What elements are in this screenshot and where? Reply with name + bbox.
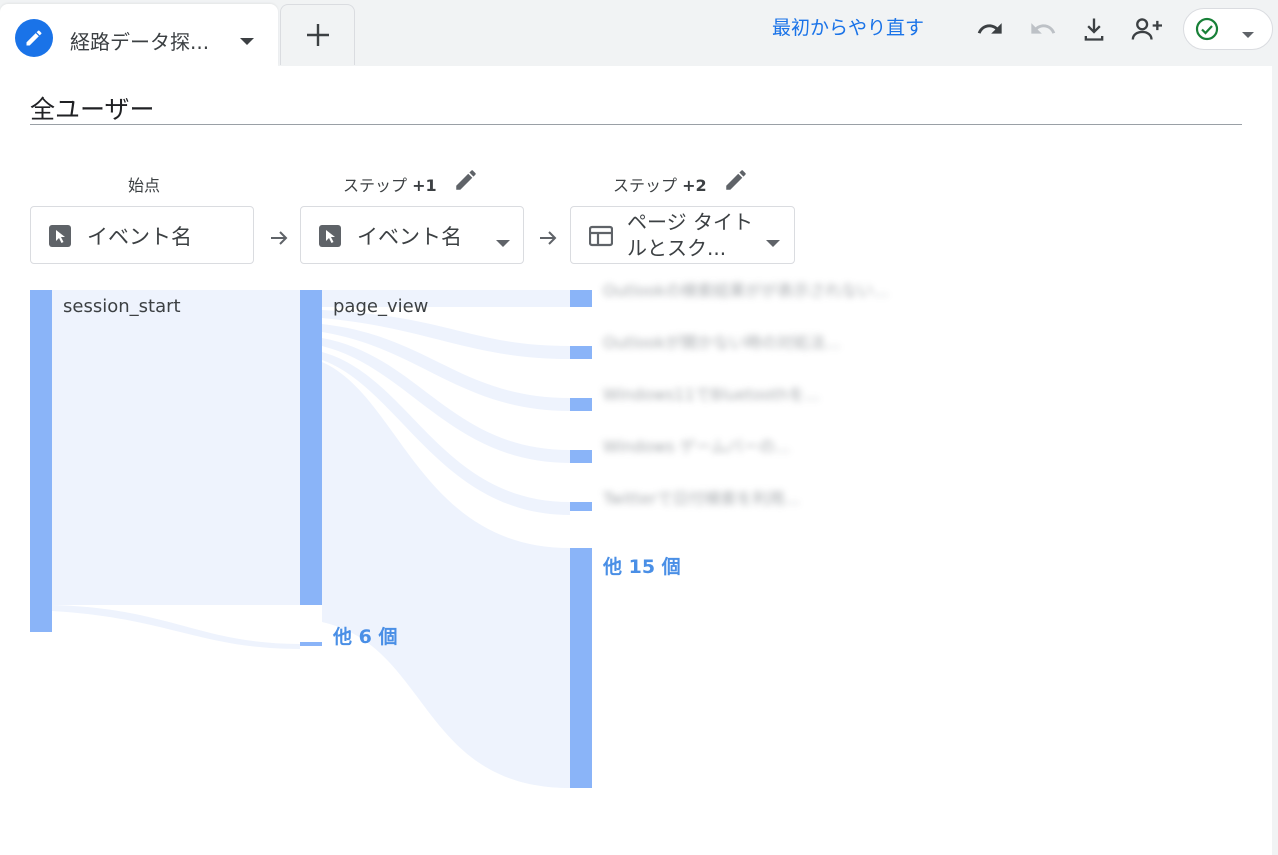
plus-icon <box>306 24 329 46</box>
chevron-down-icon <box>765 233 781 252</box>
edit-step-2-icon[interactable] <box>723 167 749 193</box>
flow-band <box>322 362 570 788</box>
node-bar-step2-item[interactable] <box>570 290 592 307</box>
step2-item-label[interactable]: Outlookの検索結果がが表示されない... <box>603 277 889 301</box>
status-menu[interactable] <box>1183 8 1273 50</box>
step2-item-label[interactable]: Windows11でBluetoothを... <box>603 381 820 405</box>
check-circle-icon <box>1195 17 1219 45</box>
node-label-other-15[interactable]: 他 15 個 <box>603 552 681 579</box>
add-tab-button[interactable] <box>280 4 355 65</box>
node-bar-other-6[interactable] <box>300 642 322 646</box>
step-label-start: 始点 <box>128 176 161 195</box>
download-icon[interactable] <box>1079 14 1109 44</box>
share-user-icon[interactable] <box>1130 14 1166 44</box>
segment-underline <box>30 124 1242 125</box>
dimension-text: イベント名 <box>357 225 462 249</box>
node-label-other-6[interactable]: 他 6 個 <box>333 622 397 649</box>
exploration-canvas: 全ユーザー 始点 ステップ +1 ステップ +2 イベント名 イベント名 ページ… <box>0 66 1272 855</box>
dimension-select-step2[interactable]: ページ タイトルとスク... <box>570 206 795 264</box>
node-bar-step2-item[interactable] <box>570 346 592 359</box>
node-bar-step2-item[interactable] <box>570 450 592 463</box>
chevron-down-icon[interactable] <box>238 32 256 51</box>
node-label-page-view[interactable]: page_view <box>333 296 428 317</box>
page-window-icon <box>588 225 614 251</box>
cursor-event-icon <box>319 225 341 251</box>
undo-icon[interactable] <box>975 14 1005 44</box>
arrow-right-icon <box>540 231 557 245</box>
node-bar-other-15[interactable] <box>570 548 592 788</box>
tab-exploration[interactable]: 経路データ探... <box>0 4 278 66</box>
node-bar-step2-item[interactable] <box>570 502 592 511</box>
dimension-select-start[interactable]: イベント名 <box>30 206 254 264</box>
cursor-event-icon <box>49 225 71 251</box>
dimension-text: イベント名 <box>87 225 192 249</box>
flow-band <box>52 290 300 605</box>
node-bar-page-view[interactable] <box>300 290 322 605</box>
step-label-1: ステップ +1 <box>343 176 437 195</box>
flow-band <box>52 605 300 649</box>
step-label-2: ステップ +2 <box>613 176 707 195</box>
edit-pencil-icon[interactable] <box>15 19 53 57</box>
redo-icon[interactable] <box>1028 14 1058 44</box>
node-label-session-start[interactable]: session_start <box>63 296 181 317</box>
segment-title[interactable]: 全ユーザー <box>30 90 155 126</box>
restart-link[interactable]: 最初からやり直す <box>772 13 924 40</box>
chevron-down-icon <box>495 233 511 252</box>
node-bar-session-start[interactable] <box>30 290 52 632</box>
node-bar-step2-item[interactable] <box>570 398 592 411</box>
step2-item-label[interactable]: Outlookが開かない時の対処法... <box>603 329 841 353</box>
top-bar: 経路データ探... 最初からやり直す <box>0 0 1278 66</box>
edit-step-1-icon[interactable] <box>453 167 479 193</box>
step2-item-label[interactable]: Windows ゲームバーの... <box>603 433 790 457</box>
dimension-text: ページ タイトルとスク... <box>627 210 753 260</box>
arrow-right-icon <box>271 231 288 245</box>
step2-item-label[interactable]: Twitterで日付検索を利用... <box>603 485 800 509</box>
dimension-select-step1[interactable]: イベント名 <box>300 206 524 264</box>
chevron-down-icon <box>1241 24 1255 43</box>
tab-title: 経路データ探... <box>70 30 210 54</box>
